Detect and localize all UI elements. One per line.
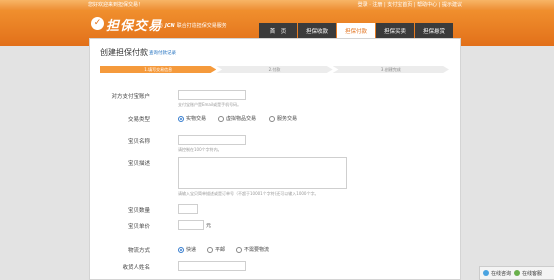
desc-label: 宝贝描述 xyxy=(127,161,150,167)
shipping-option-mail-label: 平邮 xyxy=(215,247,226,253)
desc-hint: 请输入宝贝简单描述或是订单号（不超于10001个字符)还可以输入1000个字。 xyxy=(178,191,319,196)
type-option-virtual-label: 虚拟物品交易 xyxy=(226,116,257,122)
page-title: 创建担保付款 xyxy=(100,48,148,57)
chat-bubble-icon xyxy=(483,270,489,276)
shipping-option-express-label: 快递 xyxy=(186,247,197,253)
qty-label: 宝贝数量 xyxy=(127,208,150,214)
partner-prefix: 与 xyxy=(158,23,164,29)
online-consult-label: 在线咨询 xyxy=(491,270,512,277)
progress-steps: 1.填写交易信息 2.付款 3.创建完成 xyxy=(100,66,449,73)
type-option-virtual[interactable]: 虚拟物品交易 xyxy=(218,115,256,122)
qty-input[interactable] xyxy=(178,204,198,214)
partner-suffix: 联合打造担保交易服务 xyxy=(176,23,227,29)
online-consult-button[interactable]: 在线咨询 xyxy=(483,270,511,277)
radio-icon[interactable] xyxy=(207,246,213,253)
partner-text: 与 JCN 联合打造担保交易服务 xyxy=(158,22,227,29)
type-option-service-label: 服务交易 xyxy=(277,116,298,122)
online-service-button[interactable]: 在线客服 xyxy=(514,270,542,277)
name-label: 宝贝名称 xyxy=(127,139,150,145)
top-bar: 您好欢迎来到担保交易！ 登录 · 注册 | 支付宝首页 | 帮助中心 | 提示建… xyxy=(0,0,554,10)
shipping-option-none-label: 不需要物流 xyxy=(244,247,270,253)
step-complete: 3.创建完成 xyxy=(332,66,449,73)
payment-records-link[interactable]: 查询付款记录 xyxy=(149,50,176,56)
receiver-input[interactable] xyxy=(178,261,246,271)
shipping-option-none[interactable]: 不需要物流 xyxy=(236,246,269,253)
receiver-label: 收货人姓名 xyxy=(122,265,150,271)
account-input[interactable] xyxy=(178,90,246,100)
radio-icon[interactable] xyxy=(236,246,242,253)
shipping-option-express[interactable]: 快递 xyxy=(178,246,196,253)
name-input[interactable] xyxy=(178,135,246,145)
service-icon xyxy=(514,270,521,276)
radio-checked-icon[interactable] xyxy=(178,115,184,122)
type-option-physical-label: 实物交易 xyxy=(186,116,207,122)
account-hint: 支付宝账户是Email或是手机号码。 xyxy=(178,102,242,107)
logo-text: 担保交易 xyxy=(106,19,163,34)
price-unit: 元 xyxy=(206,223,212,229)
radio-checked-icon[interactable] xyxy=(178,246,184,253)
welcome-text: 您好欢迎来到担保交易！ xyxy=(88,2,144,8)
price-label: 宝贝单价 xyxy=(127,224,150,230)
shipping-label: 物流方式 xyxy=(127,248,150,254)
shipping-option-mail[interactable]: 平邮 xyxy=(207,246,225,253)
price-input[interactable] xyxy=(178,220,204,230)
step-fill-info: 1.填写交易信息 xyxy=(100,66,217,73)
account-label: 对方支付宝账户 xyxy=(111,94,150,100)
step-pay: 2.付款 xyxy=(216,66,333,73)
online-service-label: 在线客服 xyxy=(522,270,543,277)
type-option-physical[interactable]: 实物交易 xyxy=(178,115,206,122)
desc-textarea[interactable] xyxy=(178,157,347,189)
name-hint: 请控制在100个字符内。 xyxy=(178,147,222,152)
form-panel: 创建担保付款 查询付款记录 1.填写交易信息 2.付款 3.创建完成 对方支付宝… xyxy=(89,38,461,280)
type-label: 交易类型 xyxy=(127,117,150,123)
radio-icon[interactable] xyxy=(269,115,275,122)
top-links[interactable]: 登录 · 注册 | 支付宝首页 | 帮助中心 | 提示建议 xyxy=(358,1,462,8)
partner-brand: JCN xyxy=(165,23,175,29)
type-option-service[interactable]: 服务交易 xyxy=(269,115,297,122)
radio-icon[interactable] xyxy=(218,115,224,122)
shield-logo-icon: ✓ xyxy=(91,17,104,30)
